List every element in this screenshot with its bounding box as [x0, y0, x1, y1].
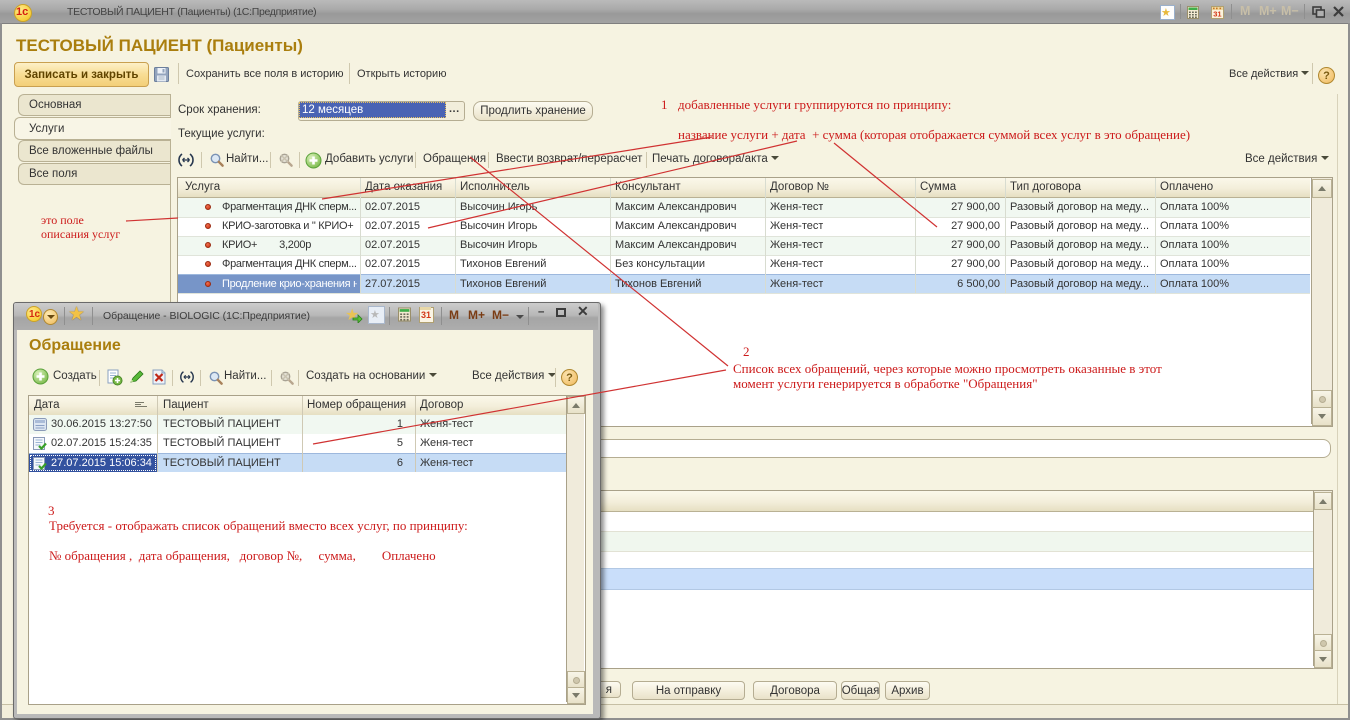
svg-text:31: 31 — [1213, 10, 1221, 19]
